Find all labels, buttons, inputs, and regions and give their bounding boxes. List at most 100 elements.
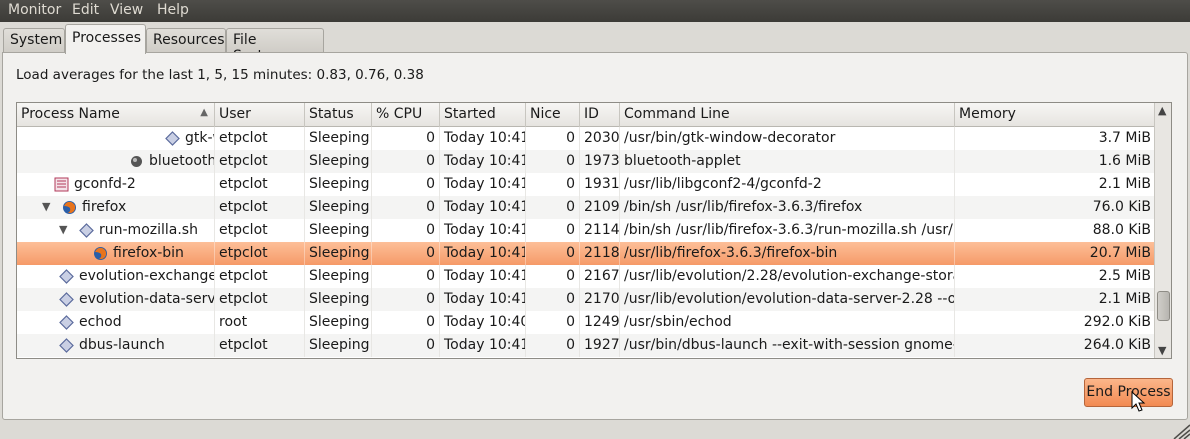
column-process-name[interactable]: Process Name ▲ — [17, 103, 215, 127]
scrollbar-thumb[interactable] — [1157, 291, 1170, 321]
memory-cell: 3.7 MiB — [1098, 130, 1151, 146]
command-cell: /usr/bin/gtk-window-decorator — [620, 127, 955, 150]
column-status[interactable]: Status — [305, 103, 372, 127]
process-name-cell: evolution-exchange-s — [17, 265, 215, 288]
memory-cell: 1.6 MiB — [1098, 153, 1151, 169]
tab-file-systems[interactable]: File Systems — [226, 28, 324, 64]
tab-system[interactable]: System — [3, 28, 65, 53]
process-name-label: run-mozilla.sh — [99, 222, 198, 238]
column-command-line[interactable]: Command Line — [620, 103, 955, 127]
started-cell: Today 10:41 — [440, 242, 526, 265]
menu-monitor[interactable]: Monitor — [8, 2, 61, 18]
column-memory[interactable]: Memory — [955, 103, 1155, 127]
status-cell: Sleeping — [305, 242, 372, 265]
column-started[interactable]: Started — [440, 103, 526, 127]
end-process-button[interactable]: End Process — [1084, 378, 1173, 407]
diamond-process-icon — [59, 338, 74, 353]
started-cell: Today 10:40 — [440, 311, 526, 334]
expander-icon[interactable]: ▼ — [59, 223, 67, 236]
diamond-process-icon — [79, 223, 94, 238]
cpu-cell: 0 — [372, 196, 440, 219]
table-row[interactable]: gtk-wetpclotSleeping0Today 10:4102030/us… — [17, 127, 1155, 150]
menu-view[interactable]: View — [110, 2, 143, 18]
process-name-label: evolution-data-server — [79, 291, 215, 307]
nice-cell: 0 — [526, 196, 580, 219]
table-row[interactable]: ▼ run-mozilla.sh etpclot Sleeping 0 Today 10:… — [17, 219, 1155, 242]
diamond-process-icon — [59, 315, 74, 330]
command-cell: /usr/lib/evolution/2.28/evolution-exchan… — [620, 265, 955, 288]
status-cell: Sleeping — [305, 265, 372, 288]
diamond-process-icon — [165, 131, 180, 146]
started-cell: Today 10:41 — [440, 334, 526, 357]
memory-cell: 2.1 MiB — [1098, 291, 1151, 307]
started-cell: Today 10:41 — [440, 196, 526, 219]
table-row[interactable]: echod root Sleeping 0 Today 10:40 0 1249/usr/s… — [17, 311, 1155, 334]
table-row[interactable]: dbus-launch etpclot Sleeping 0 Today 10:41 0 1… — [17, 334, 1155, 357]
cpu-cell: 0 — [372, 311, 440, 334]
nice-cell: 0 — [526, 242, 580, 265]
status-cell: Sleeping — [305, 288, 372, 311]
memory-cell: 2.5 MiB — [1098, 268, 1151, 284]
cpu-cell: 0 — [372, 242, 440, 265]
vertical-scrollbar[interactable]: ▲ ▼ — [1154, 103, 1171, 358]
id-cell: 1249 — [580, 311, 620, 334]
column-process-name-label: Process Name — [21, 106, 120, 122]
command-cell: /usr/lib/firefox-3.6.3/firefox-bin — [620, 242, 955, 265]
memory-cell: 292.0 KiB — [1083, 314, 1151, 330]
nice-cell: 0 — [526, 173, 580, 196]
memory-cell: 2.1 MiB — [1098, 176, 1151, 192]
started-cell: Today 10:41 — [440, 150, 526, 173]
mouse-cursor-icon — [1131, 391, 1146, 412]
table-header: Process Name ▲ User Status % CPU Started… — [17, 103, 1155, 127]
status-cell: Sleeping — [305, 219, 372, 242]
column-nice[interactable]: Nice — [526, 103, 580, 127]
scroll-down-icon[interactable]: ▼ — [1158, 344, 1166, 357]
column-cpu[interactable]: % CPU — [372, 103, 440, 127]
command-cell: /bin/sh /usr/lib/firefox-3.6.3/run-mozil… — [620, 219, 955, 242]
nice-cell: 0 — [526, 219, 580, 242]
nice-cell: 0 — [526, 150, 580, 173]
command-cell: /usr/sbin/echod — [620, 311, 955, 334]
process-name-cell: evolution-data-server — [17, 288, 215, 311]
id-cell: 2030 — [580, 127, 620, 150]
resize-grip-icon[interactable] — [1168, 421, 1190, 439]
memory-cell: 20.7 MiB — [1089, 245, 1151, 261]
scroll-up-icon[interactable]: ▲ — [1158, 104, 1166, 117]
user-cell: etpclot — [215, 196, 305, 219]
id-cell: 1931 — [580, 173, 620, 196]
started-cell: Today 10:41 — [440, 173, 526, 196]
menubar: Monitor Edit View Help — [0, 0, 1190, 22]
process-name-label: firefox-bin — [113, 245, 184, 261]
firefox-icon — [62, 200, 77, 215]
table-row[interactable]: ▼ firefox etpclot Sleeping 0 Today 10:41 0 2109… — [17, 196, 1155, 219]
nice-cell: 0 — [526, 334, 580, 357]
table-row[interactable]: gconfd-2 etpclot Sleeping 0 Today 10:41 0 1931… — [17, 173, 1155, 196]
table-row[interactable]: firefox-bin etpclot Sleeping 0 Today 10:41 0 2… — [17, 242, 1155, 265]
process-name-cell: bluetooth- — [17, 150, 215, 173]
column-user[interactable]: User — [215, 103, 305, 127]
table-row[interactable]: bluetooth-etpclot Sleeping 0 Today 10:41 0 19… — [17, 150, 1155, 173]
memory-cell: 88.0 KiB — [1092, 222, 1151, 238]
process-name-label: firefox — [82, 199, 127, 215]
user-cell: etpclot — [215, 334, 305, 357]
tab-processes[interactable]: Processes — [65, 24, 146, 54]
user-cell: etpclot — [215, 127, 305, 150]
status-cell: Sleeping — [305, 311, 372, 334]
id-cell: 2118 — [580, 242, 620, 265]
table-row[interactable]: evolution-exchange-s etpclot Sleeping 0 Toda… — [17, 265, 1155, 288]
cpu-cell: 0 — [372, 127, 440, 150]
status-cell: Sleeping — [305, 127, 372, 150]
firefox-icon — [93, 246, 108, 261]
started-cell: Today 10:41 — [440, 265, 526, 288]
process-name-cell: ▼ run-mozilla.sh — [17, 219, 215, 242]
nice-cell: 0 — [526, 288, 580, 311]
column-id[interactable]: ID — [580, 103, 620, 127]
table-row[interactable]: evolution-data-server etpclot Sleeping 0 Tod… — [17, 288, 1155, 311]
process-name-cell: dbus-launch — [17, 334, 215, 357]
process-name-label: echod — [79, 314, 122, 330]
expander-icon[interactable]: ▼ — [42, 200, 50, 213]
tab-resources[interactable]: Resources — [146, 28, 226, 53]
menu-edit[interactable]: Edit — [72, 2, 99, 18]
command-cell: /bin/sh /usr/lib/firefox-3.6.3/firefox — [620, 196, 955, 219]
menu-help[interactable]: Help — [157, 2, 189, 18]
